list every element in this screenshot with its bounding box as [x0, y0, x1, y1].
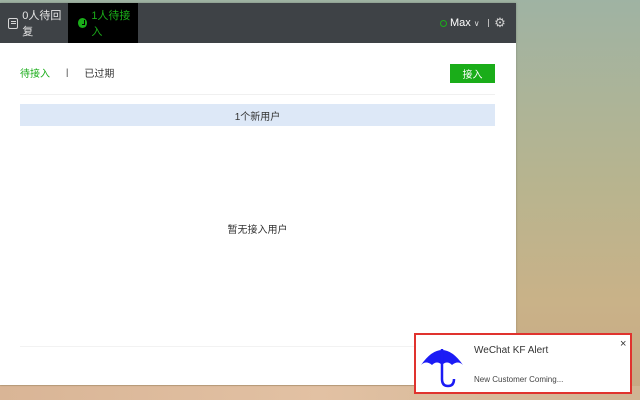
online-status-icon — [440, 19, 447, 27]
notification-popup[interactable]: WeChat KF Alert New Customer Coming... × — [414, 333, 632, 394]
new-user-banner[interactable]: 1个新用户 — [20, 104, 495, 126]
subtab-bar: 待接入 | 已过期 — [20, 65, 114, 80]
user-menu[interactable]: Max ∨ — [440, 3, 489, 43]
subtab-separator: | — [66, 67, 69, 77]
top-bar: 0人待回复 1人待接入 Max ∨ ⚙ — [0, 3, 516, 43]
tab-pending[interactable]: 待接入 — [20, 65, 50, 80]
tab-waiting-accept-label: 1人待接入 — [91, 10, 131, 38]
app-window: 0人待回复 1人待接入 Max ∨ ⚙ 待接入 | 已过期 接入 1个新用户 暂… — [0, 3, 516, 385]
chevron-down-icon: ∨ — [473, 18, 480, 28]
tab-waiting-accept[interactable]: 1人待接入 — [68, 3, 138, 43]
message-icon — [8, 17, 19, 29]
tab-pending-reply[interactable]: 0人待回复 — [8, 3, 68, 43]
umbrella-icon — [421, 349, 463, 388]
divider — [20, 94, 495, 95]
user-name: Max — [450, 17, 471, 29]
clock-icon — [78, 18, 88, 28]
close-icon[interactable]: × — [620, 339, 626, 350]
accept-button[interactable]: 接入 — [450, 64, 495, 83]
gear-icon[interactable]: ⚙ — [494, 16, 506, 29]
notification-body: New Customer Coming... — [474, 375, 564, 384]
divider — [487, 19, 489, 27]
notification-title: WeChat KF Alert — [474, 345, 549, 356]
tab-expired[interactable]: 已过期 — [84, 65, 114, 80]
empty-state-message: 暂无接入用户 — [227, 225, 288, 236]
tab-pending-reply-label: 0人待回复 — [22, 10, 62, 38]
